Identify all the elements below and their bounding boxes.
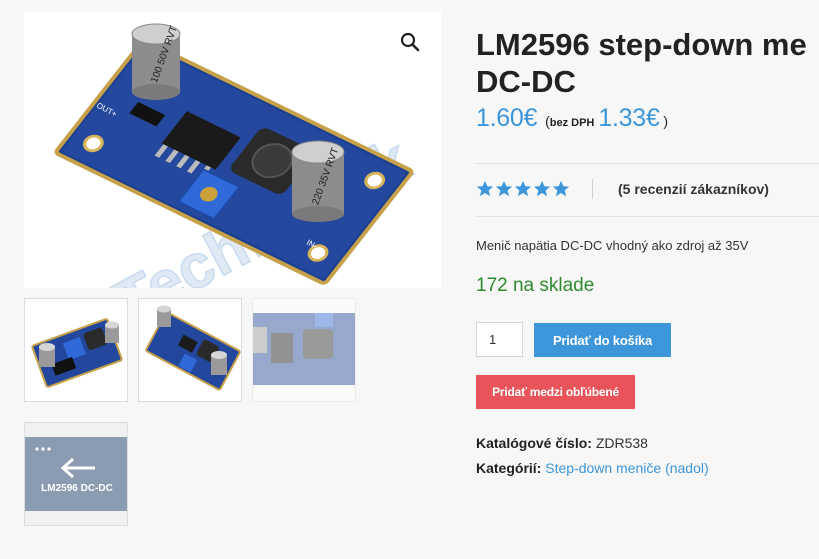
- sku-row: Katalógové číslo: ZDR538: [476, 435, 648, 451]
- thumbnail-caption: LM2596 DC-DC: [41, 483, 113, 494]
- rating-divider: [592, 179, 593, 199]
- product-main-image[interactable]: Techfun.sk: [24, 12, 441, 288]
- gallery-thumbnail-1[interactable]: [24, 298, 128, 402]
- category-label: Kategórií:: [476, 460, 542, 476]
- product-title-line-2: DC-DC: [476, 64, 576, 99]
- sku-label: Katalógové číslo:: [476, 435, 592, 451]
- thumbnail-image: [253, 313, 355, 385]
- stock-status: 172 na sklade: [476, 275, 595, 296]
- product-title-line-1: LM2596 step-down me: [476, 27, 807, 62]
- category-row: Kategórií: Step-down meniče (nadol): [476, 460, 709, 476]
- vat-note: bez DPH: [549, 117, 595, 129]
- zoom-icon[interactable]: [398, 30, 422, 54]
- price-row: 1.60€ ( bez DPH 1.33€ ): [476, 104, 668, 133]
- capacitor-2: 220 35V RVT: [291, 140, 345, 222]
- quantity-input[interactable]: [476, 322, 523, 357]
- add-to-wishlist-button[interactable]: Pridať medzi obľúbené: [476, 375, 635, 409]
- capacitor-1: 100 50V RVT: [131, 23, 181, 100]
- sku-value: ZDR538: [595, 435, 648, 451]
- star-icon: [533, 180, 551, 197]
- thumbnail-image: [31, 318, 123, 388]
- star-icon: [495, 180, 513, 197]
- product-photo: Techfun.sk: [54, 23, 422, 288]
- divider: [476, 216, 819, 217]
- reviews-link[interactable]: (5 recenzií zákazníkov): [618, 181, 769, 197]
- gallery-thumbnail-4[interactable]: LM2596 DC-DC: [24, 422, 128, 526]
- price: 1.60€: [476, 104, 538, 132]
- short-description: Menič napätia DC-DC vhodný ako zdroj až …: [476, 238, 749, 253]
- product-title: LM2596 step-down me DC-DC: [476, 26, 819, 100]
- category-link[interactable]: Step-down meniče (nadol): [545, 460, 708, 476]
- divider: [476, 163, 819, 164]
- star-icon: [514, 180, 532, 197]
- star-icon: [476, 180, 494, 197]
- price-excl-vat: 1.33€: [598, 104, 660, 132]
- gallery-thumbnail-3[interactable]: [252, 298, 356, 402]
- price-paren-close: ): [663, 113, 669, 129]
- star-icon: [552, 180, 570, 197]
- gallery-thumbnail-2[interactable]: [138, 298, 242, 402]
- arrow-left-icon: [60, 457, 95, 479]
- add-to-cart-button[interactable]: Pridať do košíka: [534, 323, 671, 357]
- thumbnail-image: [145, 305, 241, 391]
- star-rating: [476, 180, 570, 198]
